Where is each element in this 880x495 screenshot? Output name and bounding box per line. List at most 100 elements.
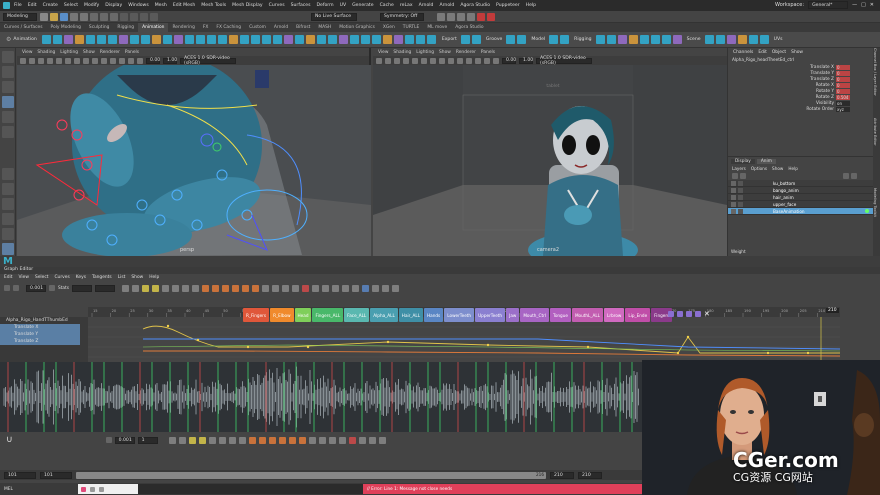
layer-lock-icon[interactable]: [738, 208, 743, 214]
range-end-inner[interactable]: 210: [550, 471, 574, 479]
layer-visibility-icon[interactable]: [731, 180, 736, 186]
graph-tool-icon[interactable]: [161, 284, 169, 292]
live-surface-dropdown[interactable]: No Live Surface: [311, 12, 357, 21]
outliner-item[interactable]: Translate Z: [0, 338, 80, 345]
open-scene-icon[interactable]: [50, 12, 58, 21]
shelf-tab-turtle[interactable]: TURTLE: [399, 23, 424, 32]
new-layer-selected-icon[interactable]: [851, 173, 857, 179]
layer-visibility-icon[interactable]: [731, 187, 736, 193]
gamma-field[interactable]: 1.00: [519, 57, 533, 64]
side-tab-channel-box-layer-editor[interactable]: Channel Box / Layer Editor: [873, 48, 877, 118]
search-tool-icon[interactable]: [2, 243, 14, 255]
graph-tool-icon[interactable]: [188, 436, 196, 444]
scale-tool-icon[interactable]: [2, 126, 14, 138]
snap-point-icon[interactable]: [140, 12, 148, 21]
gamma-field[interactable]: 1.00: [163, 57, 177, 64]
graph-tool-icon[interactable]: [141, 284, 149, 292]
graph-tool-icon[interactable]: [211, 284, 219, 292]
channel-row[interactable]: Rotate Order xyz: [728, 106, 880, 112]
shelf-tool-icon[interactable]: [250, 35, 260, 44]
graph-tool-icon[interactable]: [368, 436, 376, 444]
selection-set-chip[interactable]: Jaw: [506, 308, 520, 322]
shelf-tab-motion-graphics[interactable]: Motion Graphics: [335, 23, 379, 32]
graph-menu-tangents[interactable]: Tangents: [92, 275, 112, 280]
film-gate-icon[interactable]: [412, 57, 418, 64]
textured-icon[interactable]: [448, 57, 454, 64]
viewport-menu-view[interactable]: View: [378, 50, 388, 55]
shelf-tool-icon[interactable]: [85, 35, 95, 44]
menu-edit-mesh[interactable]: Edit Mesh: [173, 3, 195, 8]
menu-generate[interactable]: Generate: [352, 3, 373, 8]
channel-value[interactable]: 0: [836, 76, 850, 82]
shelf-tool-icon[interactable]: [371, 35, 381, 44]
shelf-tool-icon[interactable]: [173, 35, 183, 44]
menu-file[interactable]: File: [14, 3, 22, 8]
shelf-tool-icon[interactable]: [748, 35, 758, 44]
channel-value[interactable]: 0: [836, 88, 850, 94]
graph-tool-icon[interactable]: [361, 284, 369, 292]
smooth-shade-icon[interactable]: [439, 57, 445, 64]
smooth-shade-icon[interactable]: [83, 57, 89, 64]
shelf-tab-fx-caching[interactable]: FX Caching: [212, 23, 245, 32]
layer-lock-icon[interactable]: [738, 187, 743, 193]
outliner-item[interactable]: Translate Y: [0, 331, 80, 338]
textured-icon[interactable]: [92, 57, 98, 64]
ambient-occlusion-icon[interactable]: [119, 57, 125, 64]
wireframe-icon[interactable]: [430, 57, 436, 64]
symmetry-dropdown[interactable]: Symmetry: Off: [380, 12, 424, 21]
graph-tool-icon[interactable]: [218, 436, 226, 444]
shelf-tool-icon[interactable]: [404, 35, 414, 44]
shelf-tool-icon[interactable]: [184, 35, 194, 44]
shelf-tool-icon[interactable]: [206, 35, 216, 44]
shelf-tab-rendering[interactable]: Rendering: [168, 23, 198, 32]
viewport-menu-panels[interactable]: Panels: [481, 50, 495, 55]
selection-set-chip[interactable]: Lrbrow: [604, 308, 625, 322]
menu-modify[interactable]: Modify: [84, 3, 99, 8]
single-view-layout-icon[interactable]: [2, 168, 14, 180]
xray-icon[interactable]: [137, 57, 143, 64]
graph-tool-icon[interactable]: [281, 284, 289, 292]
shelf-tab-mash[interactable]: MASH: [314, 23, 335, 32]
command-language-label[interactable]: MEL: [0, 487, 78, 492]
graph-tool-icon[interactable]: [331, 284, 339, 292]
insert-key-icon[interactable]: [13, 285, 19, 291]
selection-set-chip[interactable]: Mouth_Ctrl: [520, 308, 549, 322]
stats-field[interactable]: [71, 284, 92, 292]
shelf-tab-poly-modeling[interactable]: Poly Modeling: [47, 23, 85, 32]
select-object-icon[interactable]: [100, 12, 108, 21]
graph-tool-icon[interactable]: [338, 436, 346, 444]
channel-menu-object[interactable]: Object: [772, 50, 786, 55]
viewport-menu-renderer[interactable]: Renderer: [456, 50, 476, 55]
close-button[interactable]: ✕: [870, 2, 874, 8]
camera-attributes-icon[interactable]: [20, 57, 26, 64]
graph-curve-area[interactable]: [88, 317, 841, 362]
shelf-tab-xgen[interactable]: XGen: [379, 23, 399, 32]
selection-set-chip[interactable]: MouthL_ALL: [571, 308, 604, 322]
selection-set-chip[interactable]: LowerTeeth: [444, 308, 475, 322]
viewport-left-scene[interactable]: persp: [17, 65, 371, 256]
graph-menu-list[interactable]: List: [118, 275, 126, 280]
graph-tool-icon[interactable]: [248, 436, 256, 444]
shelf-tab-bifrost[interactable]: Bifrost: [292, 23, 314, 32]
render-frame-icon[interactable]: [437, 12, 445, 21]
shelf-tool-icon[interactable]: [471, 35, 481, 44]
shelf-tool-icon[interactable]: [650, 35, 660, 44]
side-tab-modeling-toolkit[interactable]: Modeling Toolkit: [873, 188, 877, 258]
layer-lock-icon[interactable]: [738, 194, 743, 200]
menu-relax[interactable]: reLax: [400, 3, 413, 8]
shelf-tool-icon[interactable]: [140, 35, 150, 44]
shelf-tool-icon[interactable]: [239, 35, 249, 44]
menu-uv[interactable]: UV: [340, 3, 347, 8]
new-layer-icon[interactable]: [843, 173, 849, 179]
shelf-tool-icon[interactable]: [107, 35, 117, 44]
graph-tool-icon[interactable]: [178, 436, 186, 444]
side-tab-attribute-editor[interactable]: Attribute Editor: [873, 118, 877, 188]
shelf-tool-icon[interactable]: [617, 35, 627, 44]
graph-tool-icon[interactable]: [231, 284, 239, 292]
shelf-tool-icon[interactable]: [415, 35, 425, 44]
selection-set-chip[interactable]: R_Fingers: [243, 308, 270, 322]
menu-mesh-tools[interactable]: Mesh Tools: [201, 3, 226, 8]
outliner-layout-icon[interactable]: [2, 228, 14, 240]
menu-display[interactable]: Display: [105, 3, 122, 8]
rotate-tool-icon[interactable]: [2, 111, 14, 123]
